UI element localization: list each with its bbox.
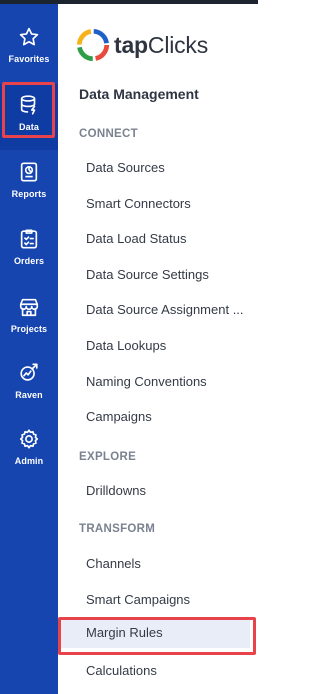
rail-item-favorites[interactable]: Favorites (0, 16, 58, 82)
menu-item-campaigns[interactable]: Campaigns (86, 409, 251, 424)
orders-icon (18, 228, 40, 250)
menu-item-data-lookups[interactable]: Data Lookups (86, 338, 251, 353)
menu-item-margin-rules[interactable]: Margin Rules (58, 618, 250, 648)
rail-label: Data (19, 122, 39, 132)
menu-item-data-sources[interactable]: Data Sources (86, 160, 251, 175)
primary-nav-rail: Favorites Data Reports Orders Projects R… (0, 4, 58, 694)
rail-label: Admin (14, 456, 44, 466)
star-icon (18, 26, 40, 48)
rail-label: Projects (10, 324, 48, 334)
section-label-explore: EXPLORE (79, 451, 137, 463)
rail-item-admin[interactable]: Admin (0, 418, 58, 484)
menu-item-drilldowns[interactable]: Drilldowns (86, 483, 251, 498)
menu-item-data-source-settings[interactable]: Data Source Settings (86, 267, 251, 282)
menu-item-channels[interactable]: Channels (86, 556, 251, 571)
menu-item-smart-campaigns[interactable]: Smart Campaigns (86, 592, 251, 607)
section-label-connect: CONNECT (79, 128, 138, 140)
report-icon (18, 161, 40, 183)
rail-item-orders[interactable]: Orders (0, 218, 58, 284)
menu-item-data-source-assignment[interactable]: Data Source Assignment ... (86, 302, 251, 317)
logo-text: tapClicks (114, 31, 209, 58)
database-icon (18, 94, 40, 116)
gear-icon (18, 428, 40, 450)
rail-label: Reports (11, 189, 47, 199)
menu-item-smart-connectors[interactable]: Smart Connectors (86, 196, 251, 211)
rail-item-projects[interactable]: Projects (0, 286, 58, 352)
raven-icon (18, 362, 40, 384)
tapclicks-logo[interactable]: tapClicks (76, 28, 208, 62)
rail-label: Raven (15, 390, 43, 400)
data-management-panel: tapClicks Data Management CONNECT Data S… (58, 4, 258, 694)
section-label-transform: TRANSFORM (79, 523, 156, 535)
rail-item-data[interactable]: Data (0, 84, 58, 150)
tapclicks-logo-icon (76, 28, 110, 62)
rail-item-reports[interactable]: Reports (0, 151, 58, 217)
menu-title: Data Management (79, 86, 199, 102)
menu-item-calculations[interactable]: Calculations (86, 663, 251, 678)
rail-item-raven[interactable]: Raven (0, 352, 58, 418)
rail-label: Favorites (8, 54, 50, 64)
menu-item-data-load-status[interactable]: Data Load Status (86, 231, 251, 246)
menu-item-naming-conventions[interactable]: Naming Conventions (86, 374, 251, 389)
rail-label: Orders (13, 256, 45, 266)
projects-icon (18, 296, 40, 318)
